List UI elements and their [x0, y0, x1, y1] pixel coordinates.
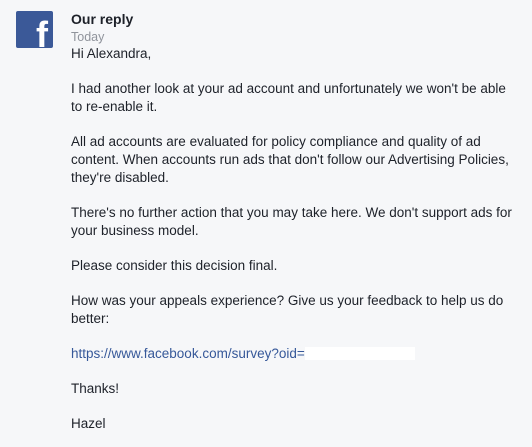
facebook-avatar: f [16, 11, 53, 48]
paragraph-reenable: I had another look at your ad account an… [71, 81, 506, 114]
signature: Hazel [71, 416, 106, 431]
message-timestamp: Today [71, 30, 105, 44]
survey-line: https://www.facebook.com/survey?oid= [71, 345, 519, 363]
redacted-block [304, 347, 415, 360]
paragraph-final: Please consider this decision final. [71, 258, 278, 273]
thanks: Thanks! [71, 381, 120, 396]
paragraph-feedback: How was your appeals experience? Give us… [71, 293, 504, 326]
greeting: Hi Alexandra, [71, 46, 152, 61]
paragraph-policy: All ad accounts are evaluated for policy… [71, 134, 509, 185]
facebook-f-icon: f [36, 14, 48, 49]
message-body: Hi Alexandra, I had another look at your… [71, 45, 519, 433]
paragraph-no-action: There's no further action that you may t… [71, 205, 512, 238]
sender-name: Our reply [71, 11, 134, 27]
reply-message: Our reply Today Hi Alexandra, I had anot… [71, 10, 519, 433]
survey-link[interactable]: https://www.facebook.com/survey?oid= [71, 346, 305, 361]
